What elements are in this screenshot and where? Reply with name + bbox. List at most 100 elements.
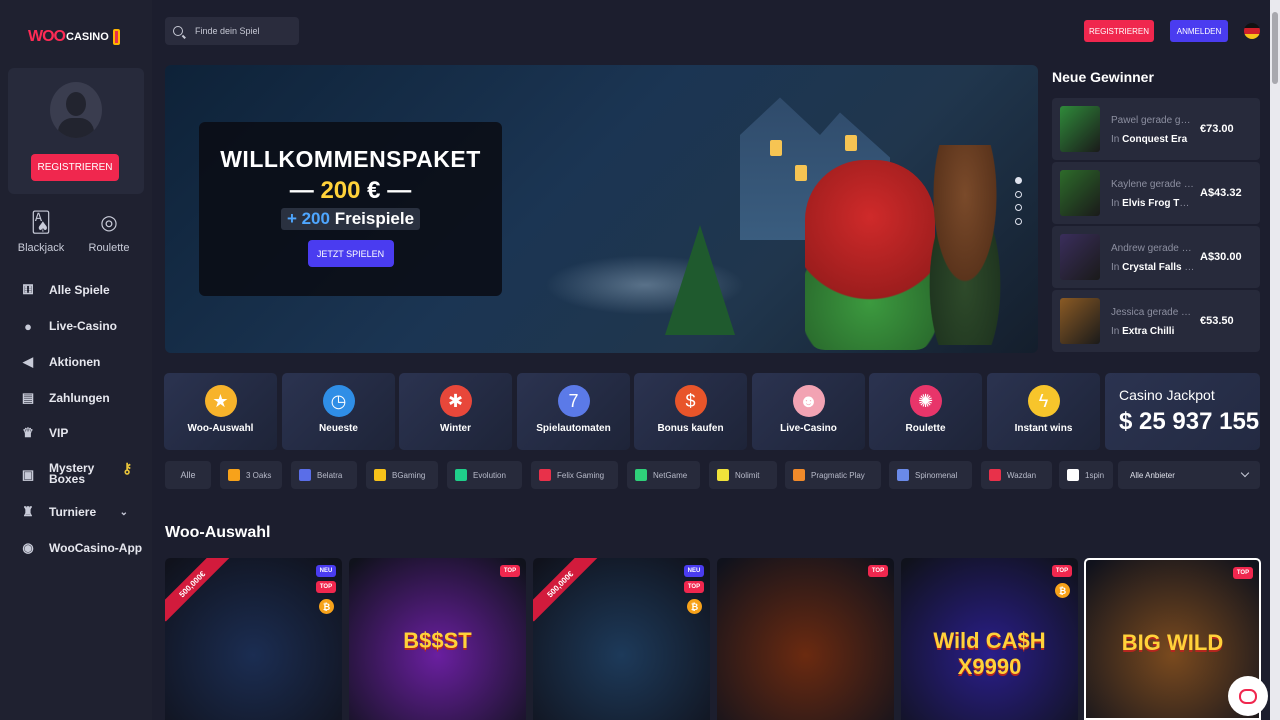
- game-card[interactable]: TOP ₿ Wild CA$H X9990: [901, 558, 1078, 720]
- promo-freespins: + 200 Freispiele: [280, 208, 421, 230]
- category-woo-auswahl[interactable]: ★ Woo-Auswahl: [164, 373, 277, 450]
- winner-amount: €73.00: [1200, 123, 1234, 135]
- sidebar-item-label: WooCasino-App: [49, 541, 143, 555]
- sidebar-item-app[interactable]: ◉ WooCasino-App: [20, 536, 144, 560]
- category-live-casino[interactable]: ☻ Live-Casino: [752, 373, 865, 450]
- category-winter[interactable]: ✱ Winter: [399, 373, 512, 450]
- register-button[interactable]: REGISTRIEREN: [1084, 20, 1154, 42]
- wazdan-logo-icon: [989, 469, 1001, 481]
- carousel-dot[interactable]: [1015, 177, 1022, 184]
- user-icon: ●: [24, 318, 32, 334]
- game-thumbnail[interactable]: [1060, 170, 1100, 216]
- game-thumbnail[interactable]: [1060, 234, 1100, 280]
- winner-game[interactable]: In Conquest Era: [1111, 134, 1195, 145]
- clock-icon: ◷: [322, 385, 355, 417]
- tag-top: TOP: [1052, 565, 1072, 577]
- provider-spinomenal[interactable]: Spinomenal: [889, 461, 972, 489]
- category-roulette[interactable]: ✺ Roulette: [869, 373, 982, 450]
- game-thumbnail[interactable]: [1060, 298, 1100, 344]
- sidebar-register-button[interactable]: REGISTRIEREN: [31, 154, 119, 181]
- belatra-logo-icon: [299, 469, 311, 481]
- page: WOO CASINO REGISTRIEREN 🂡 Blackjack ◎ Ro…: [0, 0, 1280, 720]
- game-title-art: B$$ST: [403, 628, 472, 653]
- game-card[interactable]: NEU TOP ₿ 500,000€: [533, 558, 710, 720]
- quick-roulette[interactable]: ◎ Roulette: [75, 206, 143, 262]
- sidebar-item-zahlungen[interactable]: ▤ Zahlungen: [20, 386, 144, 410]
- reindeer-illustration: [910, 145, 1020, 345]
- provider-all[interactable]: Alle: [165, 461, 211, 489]
- category-bonus-kaufen[interactable]: $ Bonus kaufen: [634, 373, 747, 450]
- login-button[interactable]: ANMELDEN: [1170, 20, 1228, 42]
- casino-jackpot[interactable]: Casino Jackpot $ 25 937 155: [1105, 373, 1260, 450]
- bitcoin-icon: ₿: [319, 599, 334, 614]
- promo-amount: — 200 € —: [289, 177, 412, 204]
- carousel-dot[interactable]: [1015, 217, 1022, 225]
- winner-row[interactable]: Kaylene gerade ge... In Elvis Frog TRUE..…: [1052, 162, 1260, 224]
- sidebar-item-live-casino[interactable]: ● Live-Casino: [20, 314, 144, 338]
- carousel-dot[interactable]: [1015, 190, 1022, 198]
- winner-game[interactable]: In Extra Chilli: [1111, 326, 1195, 337]
- category-spielautomaten[interactable]: 7 Spielautomaten: [517, 373, 630, 450]
- roulette-icon: ◎: [100, 211, 118, 234]
- category-instant-wins[interactable]: ϟ Instant wins: [987, 373, 1100, 450]
- sidebar-item-alle-spiele[interactable]: ⚅ Alle Spiele: [20, 278, 144, 302]
- winner-game[interactable]: In Crystal Falls Mu...: [1111, 262, 1195, 273]
- play-now-button[interactable]: JETZT SPIELEN: [307, 240, 394, 267]
- provider-3-oaks[interactable]: 3 Oaks: [220, 461, 282, 489]
- provider-nolimit[interactable]: Nolimit: [709, 461, 777, 489]
- winner-text: Pawel gerade gew...: [1111, 115, 1195, 126]
- provider-bgaming[interactable]: BGaming: [366, 461, 438, 489]
- provider-belatra[interactable]: Belatra: [291, 461, 357, 489]
- logo-casino-text: CASINO: [66, 31, 109, 43]
- prize-ribbon: 500,000€: [533, 558, 598, 622]
- chat-button[interactable]: [1228, 676, 1268, 716]
- winner-row[interactable]: Jessica gerade ge... In Extra Chilli €53.5…: [1052, 290, 1260, 352]
- winner-game[interactable]: In Elvis Frog TRUE...: [1111, 198, 1195, 209]
- game-card[interactable]: TOP B$$ST: [349, 558, 526, 720]
- lightning-icon: ϟ: [1027, 385, 1060, 417]
- woocasino-logo[interactable]: WOO CASINO: [28, 22, 120, 52]
- provider-evolution[interactable]: Evolution: [447, 461, 522, 489]
- provider-1spin[interactable]: 1spin: [1059, 461, 1113, 489]
- evolution-logo-icon: [455, 469, 467, 481]
- provider-wazdan[interactable]: Wazdan: [981, 461, 1052, 489]
- roulette-wheel-icon: ✺: [909, 385, 942, 417]
- prize-ribbon: 500,000€: [165, 558, 230, 622]
- winner-amount: A$43.32: [1200, 187, 1242, 199]
- gift-icon: [112, 29, 120, 45]
- provider-select-value: Alle Anbieter: [1130, 470, 1175, 480]
- tag-top: TOP: [316, 581, 336, 593]
- tag-neu: NEU: [684, 565, 704, 577]
- tag-top: TOP: [1233, 567, 1253, 579]
- winner-row[interactable]: Pawel gerade gew... In Conquest Era €73.00: [1052, 98, 1260, 160]
- winner-row[interactable]: Andrew gerade ge... In Crystal Falls Mu..…: [1052, 226, 1260, 288]
- logo-woo-text: WOO: [28, 28, 66, 45]
- search-input[interactable]: Finde dein Spiel: [165, 17, 299, 45]
- spinomenal-logo-icon: [897, 469, 909, 481]
- hero-banner[interactable]: WILLKOMMENSPAKET — 200 € — + 200 Freispi…: [165, 65, 1038, 353]
- category-neueste[interactable]: ◷ Neueste: [282, 373, 395, 450]
- sidebar-item-aktionen[interactable]: ◀ Aktionen: [20, 350, 144, 374]
- quick-blackjack[interactable]: 🂡 Blackjack: [7, 206, 75, 262]
- game-card[interactable]: TOP: [717, 558, 894, 720]
- scrollbar-thumb[interactable]: [1272, 12, 1278, 84]
- provider-netgame[interactable]: NetGame: [627, 461, 700, 489]
- sidebar-item-label: Alle Spiele: [49, 283, 110, 297]
- provider-felix-gaming[interactable]: Felix Gaming: [531, 461, 618, 489]
- game-thumbnail[interactable]: [1060, 106, 1100, 152]
- bitcoin-icon: ₿: [687, 599, 702, 614]
- provider-pragmatic-play[interactable]: Pragmatic Play: [785, 461, 881, 489]
- flag-de-icon[interactable]: [1244, 23, 1260, 39]
- winner-text: Jessica gerade ge...: [1111, 307, 1195, 318]
- sidebar-item-vip[interactable]: ♛ VIP: [20, 421, 144, 445]
- promo-title: WILLKOMMENSPAKET: [220, 146, 481, 172]
- sidebar-item-turniere[interactable]: ♜ Turniere ⌄: [20, 500, 144, 524]
- window-light: [770, 140, 782, 156]
- carousel-dot[interactable]: [1015, 204, 1022, 211]
- scrollbar[interactable]: [1270, 0, 1280, 720]
- megaphone-icon: ◀: [23, 354, 33, 369]
- game-card[interactable]: NEU TOP ₿ 500,000€: [165, 558, 342, 720]
- chevron-down-icon[interactable]: ⌄: [120, 507, 128, 518]
- provider-select[interactable]: Alle Anbieter: [1118, 461, 1260, 489]
- sidebar-item-mystery-boxes[interactable]: ▣ Mystery Boxes ⚷: [20, 461, 144, 487]
